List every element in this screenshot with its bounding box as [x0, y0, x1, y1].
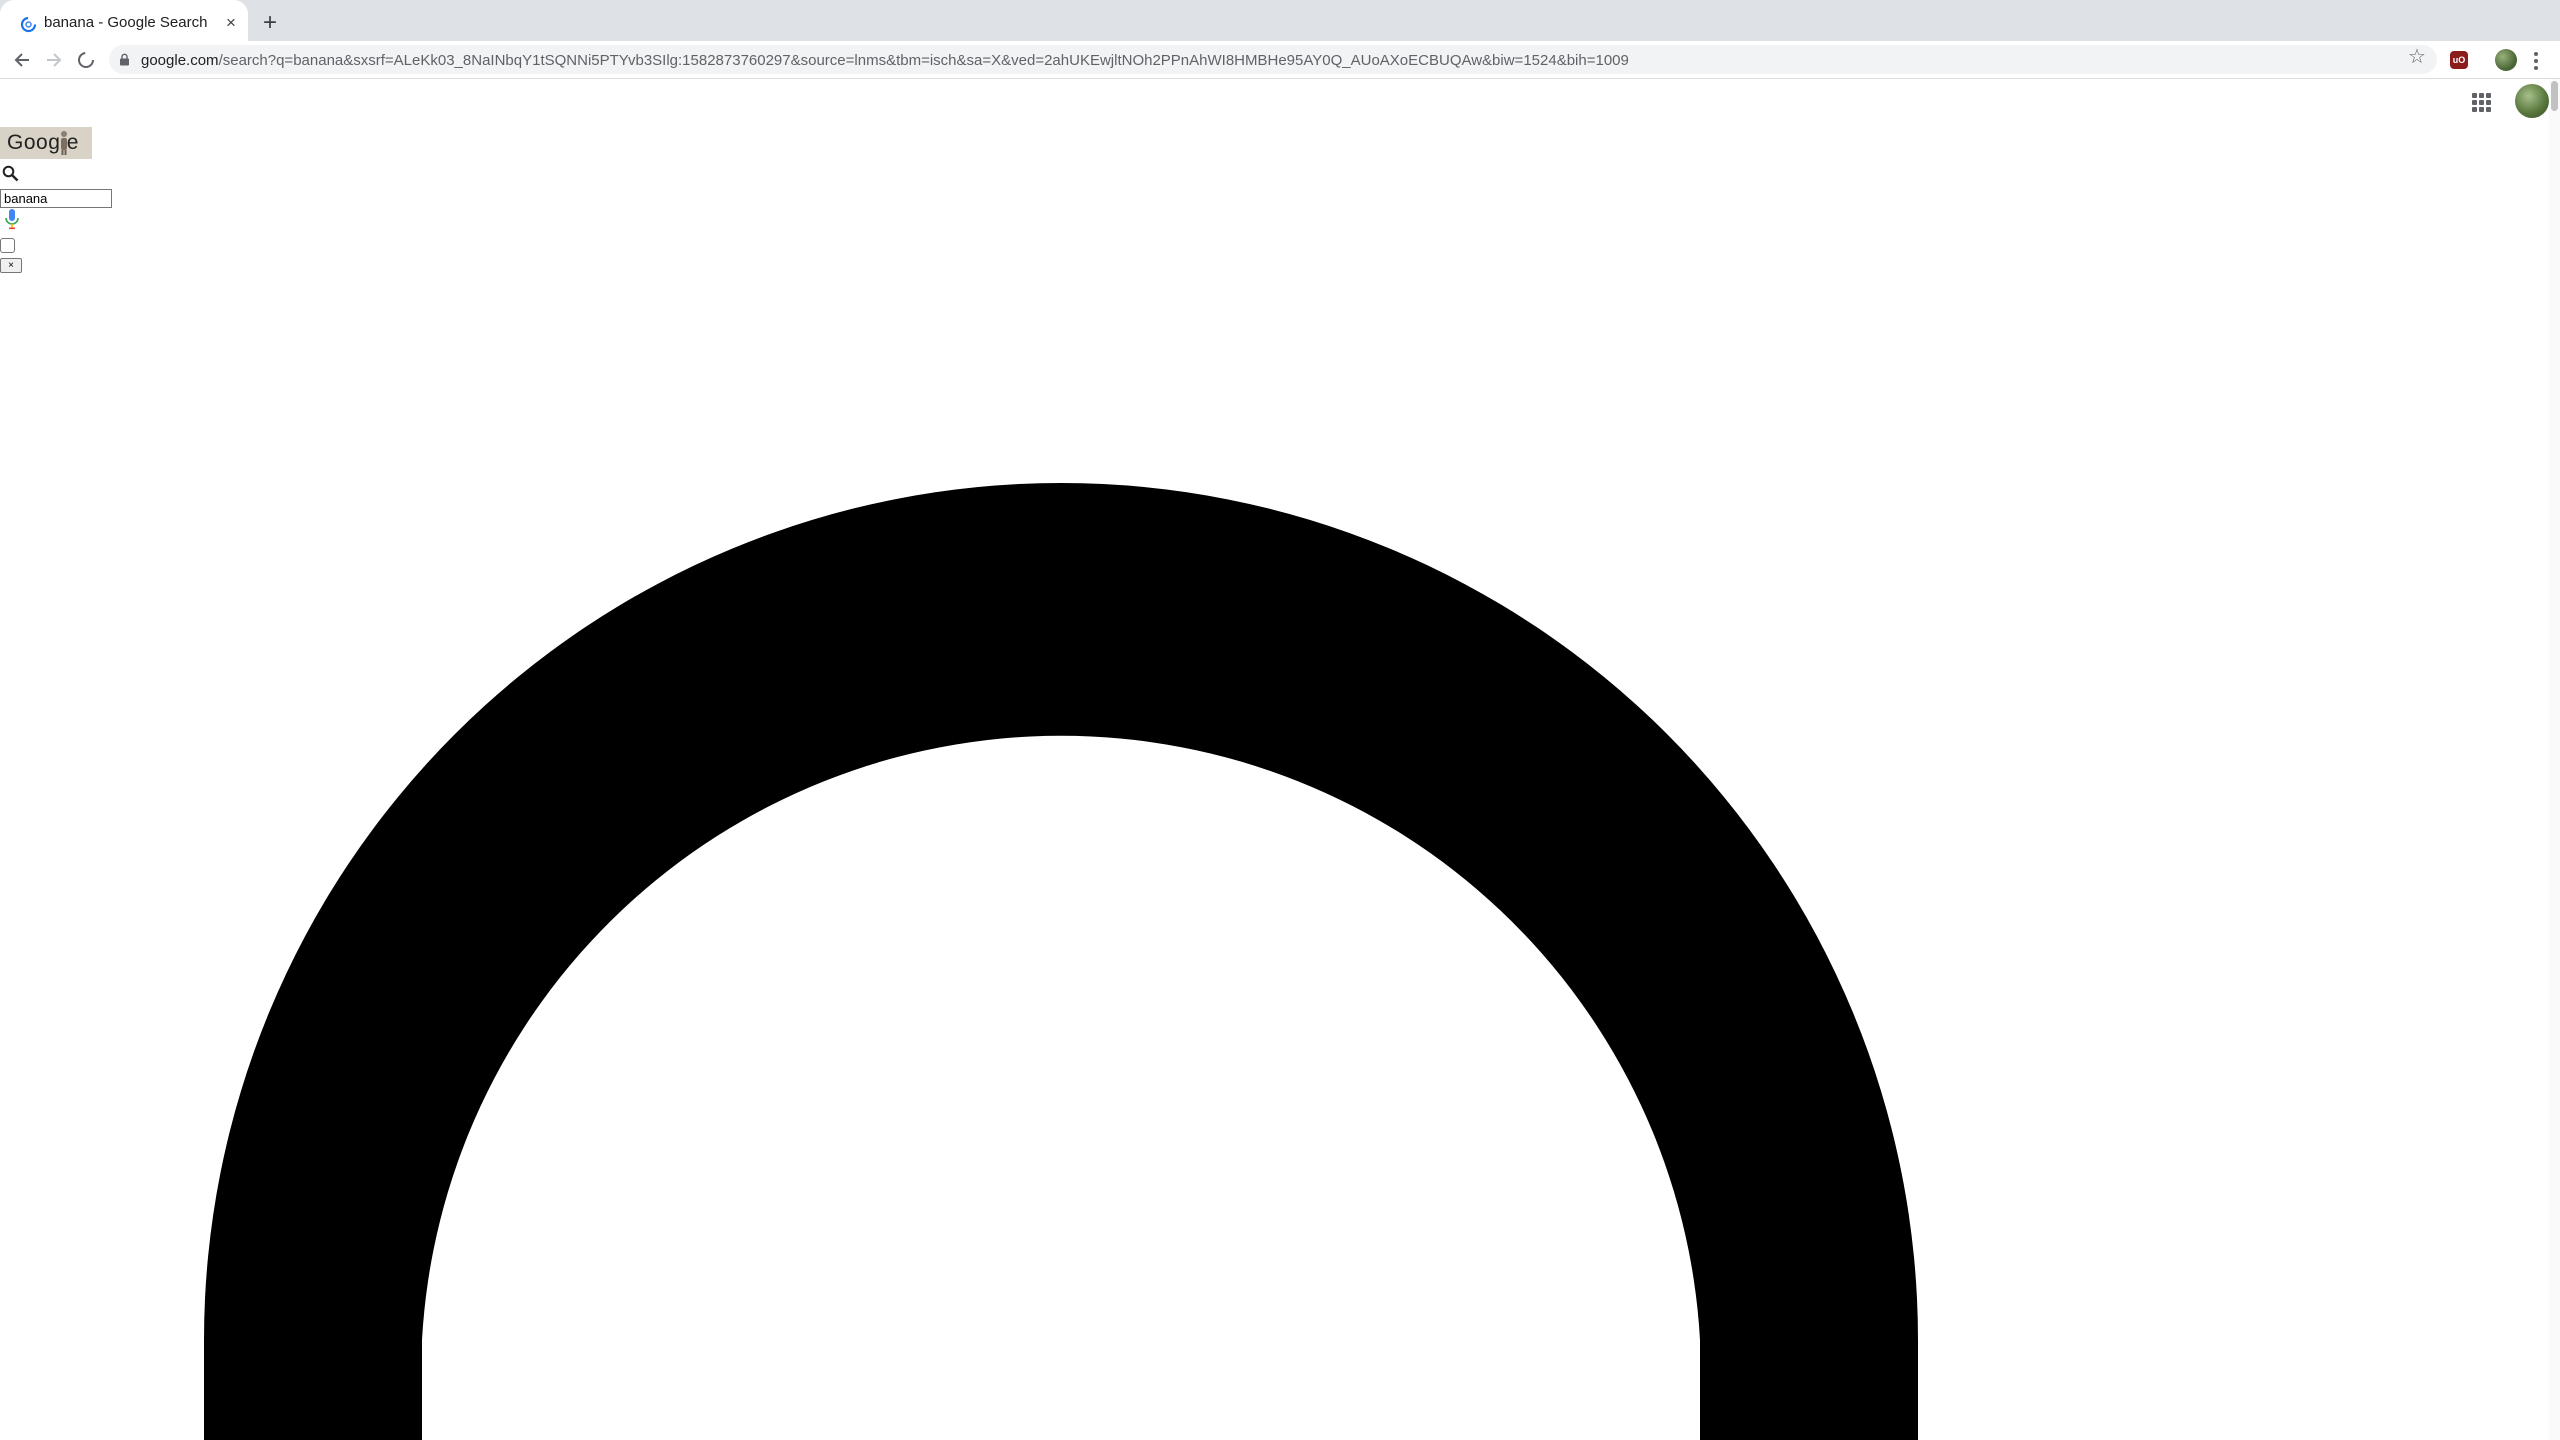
url-text: google.com/search?q=banana&sxsrf=ALeKk03…	[141, 52, 1629, 69]
ublock-shield-icon[interactable]: uO	[2450, 51, 2468, 69]
google-logo[interactable]: Goog e	[0, 127, 92, 159]
loading-spinner-icon[interactable]	[75, 49, 97, 71]
url-path: /search?q=banana&sxsrf=ALeKk03_8NaINbqY1…	[218, 52, 1629, 69]
close-tab-icon[interactable]: ×	[222, 14, 240, 32]
lock-icon	[120, 53, 129, 66]
browser-tab[interactable]: banana - Google Search ×	[0, 0, 248, 41]
microphone-icon[interactable]	[4, 208, 20, 230]
scrollbar-thumb[interactable]	[2551, 81, 2558, 111]
profile-avatar[interactable]	[2495, 49, 2517, 71]
search-icon[interactable]	[2, 165, 19, 182]
back-arrow-icon[interactable]	[11, 49, 33, 71]
browser-toolbar: google.com/search?q=banana&sxsrf=ALeKk03…	[0, 41, 2560, 79]
star-icon[interactable]: ☆	[2408, 44, 2426, 69]
vertical-dots-icon[interactable]	[2532, 49, 2540, 71]
address-bar[interactable]: google.com/search?q=banana&sxsrf=ALeKk03…	[109, 45, 2437, 74]
checkbox[interactable]	[0, 238, 15, 253]
forward-arrow-icon[interactable]	[43, 49, 65, 71]
google-favicon-icon	[20, 16, 37, 33]
apps-grid-icon[interactable]	[2472, 93, 2491, 112]
doodle-figure-icon	[61, 131, 67, 155]
search-input[interactable]	[0, 189, 112, 208]
clear-search-button[interactable]: ×	[0, 258, 22, 273]
url-host: google.com	[141, 52, 219, 69]
new-tab-icon[interactable]: +	[259, 11, 281, 35]
page-scrollbar[interactable]	[2549, 79, 2560, 1440]
account-avatar[interactable]	[2515, 84, 2549, 118]
tab-strip: banana - Google Search × +	[0, 0, 2560, 41]
tab-title: banana - Google Search	[44, 14, 208, 31]
loading-spinner-ring	[204, 483, 1918, 1440]
